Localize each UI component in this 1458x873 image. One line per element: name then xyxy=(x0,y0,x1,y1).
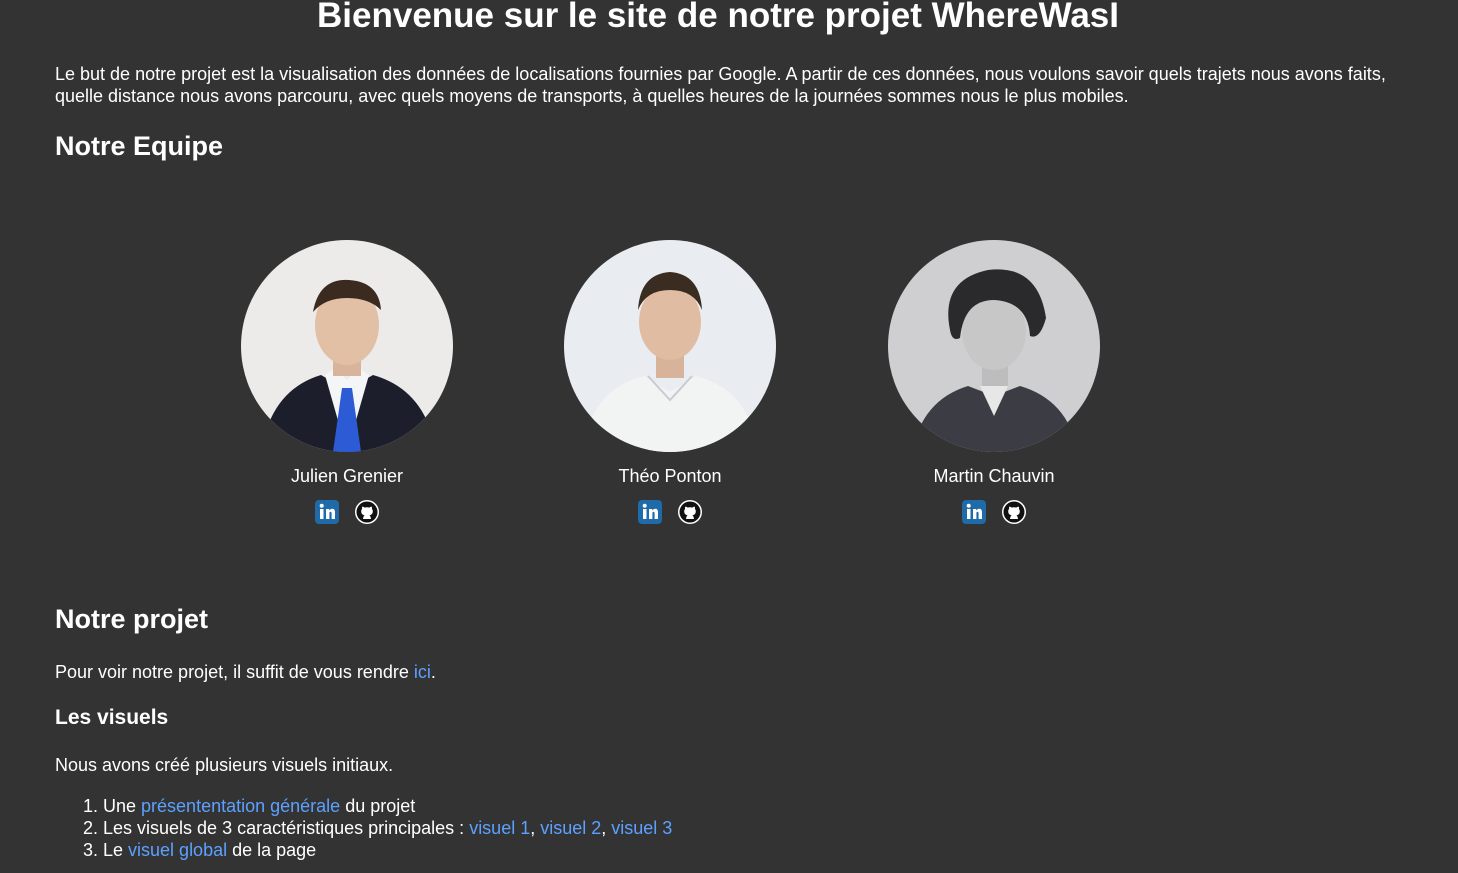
list-item: Les visuels de 3 caractéristiques princi… xyxy=(103,817,672,839)
linkedin-icon[interactable] xyxy=(961,499,987,525)
list-separator: , xyxy=(601,818,612,838)
member-name: Martin Chauvin xyxy=(933,466,1055,486)
avatar-photo xyxy=(241,240,453,452)
team-member-julien: Julien Grenier xyxy=(241,240,453,525)
global-visual-link[interactable]: visuel global xyxy=(128,840,227,860)
visual-1-link[interactable]: visuel 1 xyxy=(469,818,530,838)
visual-2-link[interactable]: visuel 2 xyxy=(540,818,601,838)
team-member-theo: Théo Ponton xyxy=(564,240,776,525)
social-links xyxy=(241,499,453,525)
project-text: Pour voir notre projet, il suffit de vou… xyxy=(55,662,414,682)
list-item: Le visuel global de la page xyxy=(103,839,672,861)
visuals-heading: Les visuels xyxy=(55,706,169,729)
social-links xyxy=(888,499,1100,525)
list-item-text: Le xyxy=(103,840,129,860)
member-name: Julien Grenier xyxy=(290,466,404,486)
list-item-text: du projet xyxy=(340,796,416,816)
github-icon[interactable] xyxy=(1001,499,1027,525)
member-name: Théo Ponton xyxy=(618,466,722,486)
page: Bienvenue sur le site de notre projet Wh… xyxy=(0,0,1458,873)
social-links xyxy=(564,499,776,525)
list-item-text: de la page xyxy=(227,840,317,860)
team-member-martin: Martin Chauvin xyxy=(888,240,1100,525)
avatar-photo xyxy=(564,240,776,452)
github-icon[interactable] xyxy=(354,499,380,525)
project-paragraph: Pour voir notre projet, il suffit de vou… xyxy=(55,661,436,683)
general-presentation-link[interactable]: présententation générale xyxy=(141,796,340,816)
avatar-photo xyxy=(888,240,1100,452)
project-heading: Notre projet xyxy=(55,604,209,634)
page-title: Bienvenue sur le site de notre projet Wh… xyxy=(317,0,1119,35)
intro-paragraph: Le but de notre projet est la visualisat… xyxy=(55,64,1386,106)
visual-3-link[interactable]: visuel 3 xyxy=(611,818,672,838)
list-item: Une présententation générale du projet xyxy=(103,795,672,817)
list-separator: , xyxy=(530,818,541,838)
github-icon[interactable] xyxy=(677,499,703,525)
visuals-intro: Nous avons créé plusieurs visuels initia… xyxy=(55,755,394,775)
project-link[interactable]: ici xyxy=(414,662,431,682)
team-heading: Notre Equipe xyxy=(55,131,224,161)
project-text-end: . xyxy=(430,662,436,682)
linkedin-icon[interactable] xyxy=(637,499,663,525)
linkedin-icon[interactable] xyxy=(314,499,340,525)
list-item-text: Les visuels de 3 caractéristiques princi… xyxy=(103,818,470,838)
list-item-text: Une xyxy=(103,796,142,816)
visuals-list: Une présententation générale du projet L… xyxy=(55,795,672,861)
